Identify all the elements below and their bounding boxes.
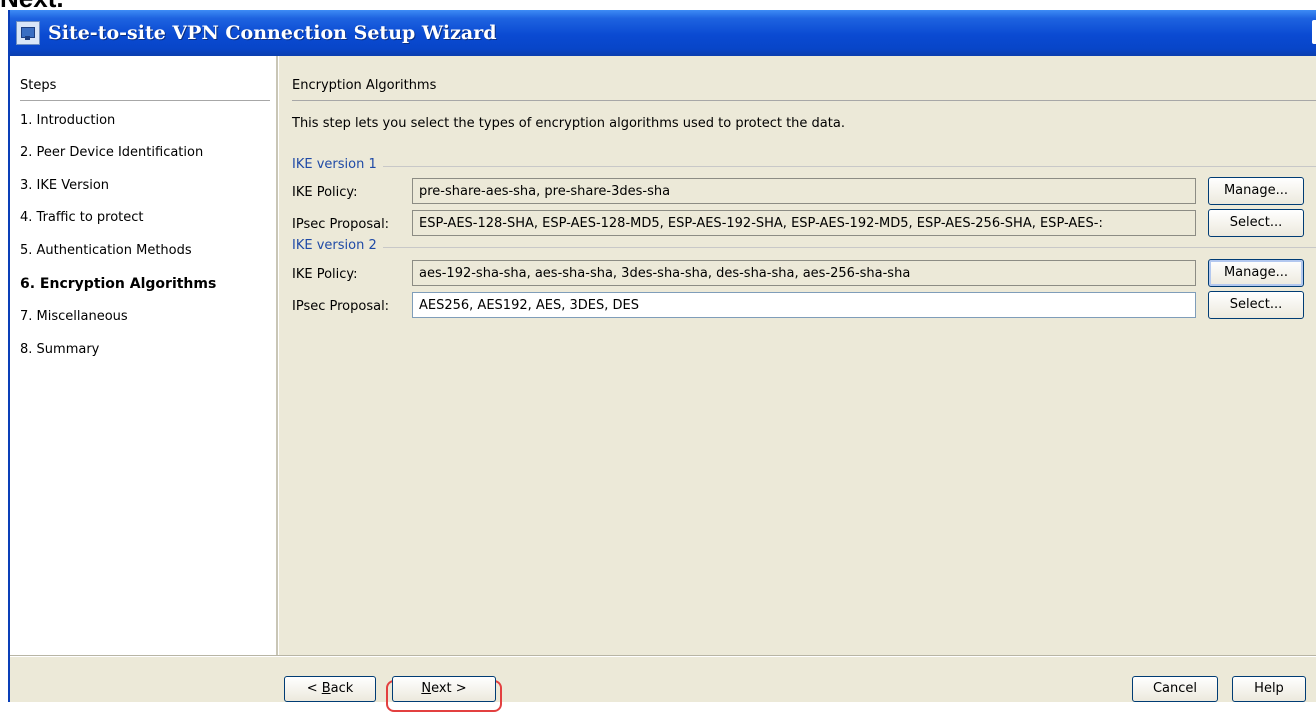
ike-v1-select-button[interactable]: Select...	[1208, 209, 1304, 237]
steps-panel: Steps 1. Introduction 2. Peer Device Ide…	[10, 56, 276, 656]
ike-v2-group-label: IKE version 2	[292, 238, 383, 253]
cancel-button[interactable]: Cancel	[1132, 676, 1218, 702]
panel-divider	[276, 56, 279, 656]
wizard-window: Site-to-site VPN Connection Setup Wizard…	[8, 10, 1316, 712]
step-authentication-methods: 5. Authentication Methods	[20, 243, 192, 258]
next-button-label: ext >	[431, 681, 467, 696]
ike-v1-policy-label: IKE Policy:	[292, 185, 358, 200]
back-button-prefix: <	[306, 681, 322, 696]
ike-v1-policy-field[interactable]: pre-share-aes-sha, pre-share-3des-sha	[412, 178, 1196, 204]
content-panel: Encryption Algorithms This step lets you…	[280, 56, 1316, 656]
step-miscellaneous: 7. Miscellaneous	[20, 309, 128, 324]
window-title: Site-to-site VPN Connection Setup Wizard	[48, 22, 497, 44]
ike-v1-manage-button[interactable]: Manage...	[1208, 177, 1304, 205]
next-button-mnemonic: N	[421, 681, 432, 696]
ike-v2-group-line	[292, 247, 1316, 248]
step-ike-version: 3. IKE Version	[20, 178, 110, 193]
ike-v2-policy-field[interactable]: aes-192-sha-sha, aes-sha-sha, 3des-sha-s…	[412, 260, 1196, 286]
ike-v2-manage-button[interactable]: Manage...	[1208, 259, 1304, 287]
ike-v1-proposal-label: IPsec Proposal:	[292, 217, 390, 232]
ike-v1-group-line	[292, 166, 1316, 167]
title-bar-button[interactable]	[1312, 20, 1316, 44]
step-summary: 8. Summary	[20, 342, 100, 357]
help-button[interactable]: Help	[1232, 676, 1306, 702]
page-caption: Next.	[0, 0, 64, 11]
next-button[interactable]: Next >	[392, 676, 496, 702]
ike-v2-proposal-label: IPsec Proposal:	[292, 299, 390, 314]
step-description: This step lets you select the types of e…	[292, 116, 845, 131]
ike-v2-policy-label: IKE Policy:	[292, 267, 358, 282]
ike-v1-proposal-field[interactable]: ESP-AES-128-SHA, ESP-AES-128-MD5, ESP-AE…	[412, 210, 1196, 236]
app-icon	[16, 21, 40, 45]
step-introduction: 1. Introduction	[20, 113, 116, 128]
ike-v1-group-label: IKE version 1	[292, 157, 383, 172]
steps-header: Steps	[20, 78, 57, 93]
footer-divider-highlight	[10, 656, 1316, 657]
content-title: Encryption Algorithms	[292, 78, 437, 93]
title-bar[interactable]: Site-to-site VPN Connection Setup Wizard	[10, 10, 1316, 56]
ike-v2-proposal-field[interactable]: AES256, AES192, AES, 3DES, DES	[412, 292, 1196, 318]
step-peer-device-identification: 2. Peer Device Identification	[20, 145, 204, 160]
back-button-label: ack	[330, 681, 354, 696]
ike-v2-select-button[interactable]: Select...	[1208, 291, 1304, 319]
back-button-mnemonic: B	[321, 681, 331, 696]
step-encryption-algorithms: 6. Encryption Algorithms	[20, 276, 217, 292]
steps-divider	[20, 100, 270, 101]
step-traffic-to-protect: 4. Traffic to protect	[20, 210, 144, 225]
back-button[interactable]: < Back	[284, 676, 376, 702]
content-divider	[292, 100, 1316, 101]
